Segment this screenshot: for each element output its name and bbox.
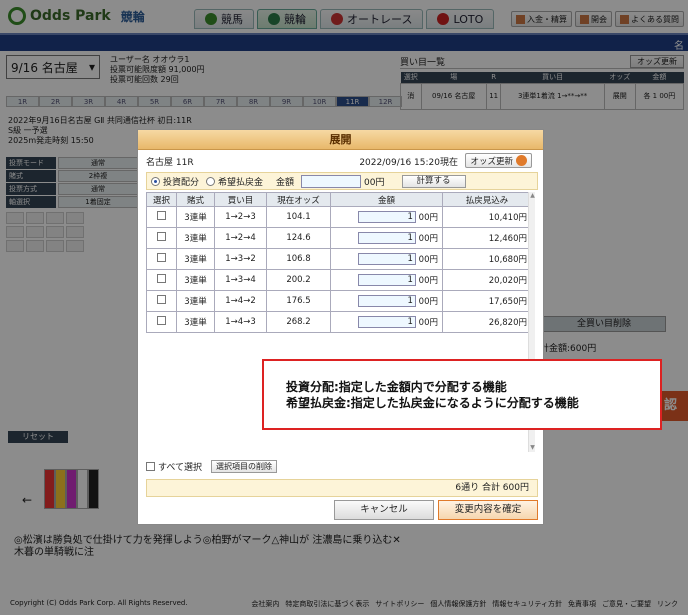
col-amount: 金額 bbox=[330, 192, 443, 207]
amount-unit: 00円 bbox=[418, 296, 438, 307]
bet-combo: 1→2→3 bbox=[214, 206, 267, 228]
col-payout: 払戻見込み bbox=[442, 192, 532, 207]
expected-payout: 20,020円 bbox=[442, 269, 532, 291]
amount-unit: 00円 bbox=[418, 212, 438, 223]
amount-unit: 00円 bbox=[418, 275, 438, 286]
bet-combo: 1→4→3 bbox=[214, 311, 267, 333]
modal-title: 展開 bbox=[138, 130, 543, 150]
expected-payout: 26,820円 bbox=[442, 311, 532, 333]
row-select-cell bbox=[146, 206, 177, 228]
row-select-cell bbox=[146, 311, 177, 333]
current-odds: 106.8 bbox=[266, 248, 331, 270]
row-select-cell bbox=[146, 269, 177, 291]
odds-table: 選択 賭式 買い目 現在オッズ 金額 払戻見込み 3連単 1→2→3 104.1 1 … bbox=[146, 192, 532, 333]
bet-type: 3連単 bbox=[176, 290, 215, 312]
delete-selected-button[interactable]: 選択項目の削除 bbox=[211, 460, 278, 473]
venue-race: 名古屋 11R bbox=[146, 157, 194, 168]
row-checkbox[interactable] bbox=[157, 211, 166, 220]
row-select-cell bbox=[146, 227, 177, 249]
expected-payout: 12,460円 bbox=[442, 227, 532, 249]
bet-combo: 1→3→4 bbox=[214, 269, 267, 291]
amount-cell: 1 00円 bbox=[330, 206, 443, 228]
explanation-callout: 投資分配:指定した金額内で分配する機能 希望払戻金:指定した払戻金になるように分… bbox=[262, 359, 662, 430]
refresh-icon bbox=[516, 155, 527, 166]
radio-invest-label[interactable]: 投資配分 bbox=[163, 175, 199, 188]
bet-type: 3連単 bbox=[176, 227, 215, 249]
odds-row: 3連単 1→4→2 176.5 1 00円 17,650円 bbox=[146, 290, 532, 312]
scroll-up-icon[interactable]: ▲ bbox=[529, 192, 536, 200]
row-checkbox[interactable] bbox=[157, 274, 166, 283]
bet-combo: 1→2→4 bbox=[214, 227, 267, 249]
row-select-cell bbox=[146, 290, 177, 312]
scroll-down-icon[interactable]: ▼ bbox=[529, 444, 536, 452]
col-combo: 買い目 bbox=[214, 192, 267, 207]
bet-type: 3連単 bbox=[176, 248, 215, 270]
amount-field[interactable]: 1 bbox=[357, 253, 416, 266]
calculate-button[interactable]: 計算する bbox=[401, 174, 466, 188]
bet-type: 3連単 bbox=[176, 311, 215, 333]
row-checkbox[interactable] bbox=[157, 253, 166, 262]
amount-input[interactable] bbox=[301, 174, 362, 188]
bet-combo: 1→4→2 bbox=[214, 290, 267, 312]
odds-row: 3連単 1→4→3 268.2 1 00円 26,820円 bbox=[146, 311, 532, 333]
expected-payout: 10,680円 bbox=[442, 248, 532, 270]
row-checkbox[interactable] bbox=[157, 232, 166, 241]
row-select-cell bbox=[146, 248, 177, 270]
current-odds: 124.6 bbox=[266, 227, 331, 249]
odds-row: 3連単 1→2→4 124.6 1 00円 12,460円 bbox=[146, 227, 532, 249]
radio-payout-label[interactable]: 希望払戻金 bbox=[218, 175, 263, 188]
select-all-label[interactable]: すべて選択 bbox=[158, 460, 202, 473]
modal-actions: キャンセル 変更内容を確定 bbox=[146, 500, 538, 522]
amount-cell: 1 00円 bbox=[330, 290, 443, 312]
amount-field[interactable]: 1 bbox=[357, 295, 416, 308]
confirm-changes-button[interactable]: 変更内容を確定 bbox=[438, 500, 538, 520]
amount-cell: 1 00円 bbox=[330, 269, 443, 291]
col-type: 賭式 bbox=[176, 192, 215, 207]
odds-row: 3連単 1→3→2 106.8 1 00円 10,680円 bbox=[146, 248, 532, 270]
bet-combo: 1→3→2 bbox=[214, 248, 267, 270]
amount-cell: 1 00円 bbox=[330, 311, 443, 333]
allocation-controls: 投資配分 希望払戻金 金額 00円 計算する bbox=[146, 172, 538, 190]
amount-field[interactable]: 1 bbox=[357, 274, 416, 287]
cancel-button[interactable]: キャンセル bbox=[334, 500, 434, 520]
col-select: 選択 bbox=[146, 192, 177, 207]
amount-unit: 00円 bbox=[364, 177, 385, 188]
current-odds: 104.1 bbox=[266, 206, 331, 228]
amount-cell: 1 00円 bbox=[330, 248, 443, 270]
callout-line: 希望払戻金:指定した払戻金になるように分配する機能 bbox=[286, 396, 579, 410]
current-odds: 268.2 bbox=[266, 311, 331, 333]
radio-payout[interactable] bbox=[206, 176, 216, 186]
page: Odds Park 競輪 競馬 競輪 オートレース LOTO 入金・精算 開会 よくある質… bbox=[0, 0, 688, 615]
amount-unit: 00円 bbox=[418, 254, 438, 265]
odds-refresh-label: オッズ更新 bbox=[470, 156, 513, 167]
bet-type: 3連単 bbox=[176, 206, 215, 228]
allocation-modal: 展開 名古屋 11R 2022/09/16 15:20現在 オッズ更新 投資配分… bbox=[137, 129, 544, 525]
current-odds: 200.2 bbox=[266, 269, 331, 291]
expected-payout: 17,650円 bbox=[442, 290, 532, 312]
odds-datetime: 2022/09/16 15:20現在 bbox=[359, 158, 458, 168]
summary-bar: 6通り 合計 600円 bbox=[146, 479, 538, 497]
amount-cell: 1 00円 bbox=[330, 227, 443, 249]
modal-info-row: 名古屋 11R 2022/09/16 15:20現在 オッズ更新 bbox=[146, 152, 538, 170]
odds-row: 3連単 1→2→3 104.1 1 00円 10,410円 bbox=[146, 206, 532, 228]
amount-field[interactable]: 1 bbox=[357, 316, 416, 329]
expected-payout: 10,410円 bbox=[442, 206, 532, 228]
select-all-checkbox[interactable] bbox=[146, 462, 155, 471]
row-checkbox[interactable] bbox=[157, 316, 166, 325]
odds-refresh-button[interactable]: オッズ更新 bbox=[465, 153, 532, 168]
row-checkbox[interactable] bbox=[157, 295, 166, 304]
amount-unit: 00円 bbox=[418, 317, 438, 328]
amount-label: 金額 bbox=[276, 177, 295, 188]
bet-type: 3連単 bbox=[176, 269, 215, 291]
amount-unit: 00円 bbox=[418, 233, 438, 244]
radio-invest[interactable] bbox=[151, 176, 160, 186]
col-odds: 現在オッズ bbox=[266, 192, 331, 207]
amount-field[interactable]: 1 bbox=[357, 232, 416, 245]
amount-field[interactable]: 1 bbox=[357, 211, 416, 224]
odds-row: 3連単 1→3→4 200.2 1 00円 20,020円 bbox=[146, 269, 532, 291]
callout-line: 投資分配:指定した金額内で分配する機能 bbox=[286, 380, 507, 394]
select-all-row: すべて選択 選択項目の削除 bbox=[146, 460, 278, 473]
current-odds: 176.5 bbox=[266, 290, 331, 312]
